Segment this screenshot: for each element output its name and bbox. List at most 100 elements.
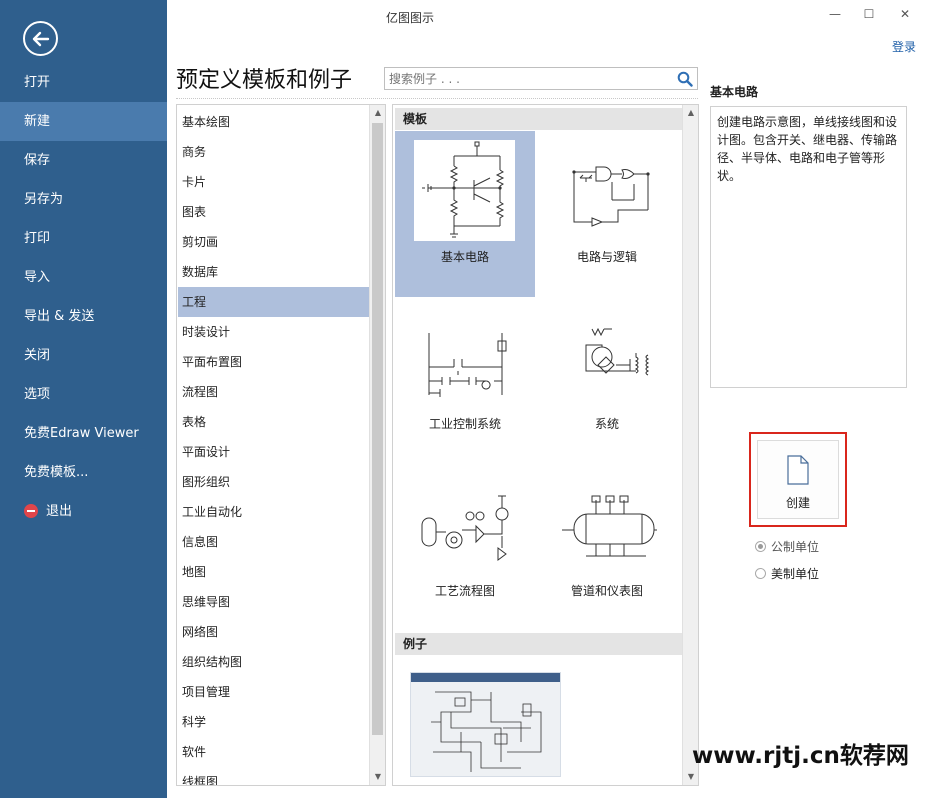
category-item-engineering[interactable]: 工程 <box>178 287 370 317</box>
template-tile-logic-circuit[interactable]: 电路与逻辑 <box>537 131 677 297</box>
process-flow-icon <box>414 474 515 575</box>
template-tile-system[interactable]: 系统 <box>537 298 677 464</box>
exit-icon <box>24 503 38 518</box>
sidebar-item-exit[interactable]: 退出 <box>0 492 167 531</box>
template-tile-basic-circuit[interactable]: 基本电路 <box>395 131 535 297</box>
category-scrollbar[interactable]: ▲ ▼ <box>369 105 385 785</box>
category-item-science[interactable]: 科学 <box>178 707 370 737</box>
sidebar-item-label: 关闭 <box>24 348 51 363</box>
us-units-label: 美制单位 <box>771 567 820 581</box>
radio-checked-icon <box>755 541 766 552</box>
category-item-software[interactable]: 软件 <box>178 737 370 767</box>
create-highlight: 创建 <box>749 432 847 527</box>
us-units-option[interactable]: 美制单位 <box>755 566 819 582</box>
sidebar-item-label: 保存 <box>24 153 51 168</box>
scroll-down-icon[interactable]: ▼ <box>370 769 385 785</box>
industrial-control-icon <box>414 307 515 408</box>
category-item-floor-plan[interactable]: 平面布置图 <box>178 347 370 377</box>
template-tile-label: 工业控制系统 <box>428 417 501 431</box>
sidebar-item-label: 选项 <box>24 387 51 402</box>
category-item-industrial-automation[interactable]: 工业自动化 <box>178 497 370 527</box>
system-icon <box>556 307 657 408</box>
examples-section-header: 例子 <box>395 633 682 655</box>
category-item-chart[interactable]: 图表 <box>178 197 370 227</box>
category-item-database[interactable]: 数据库 <box>178 257 370 287</box>
template-scrollbar[interactable]: ▲ ▼ <box>682 105 698 785</box>
sidebar-item-export-send[interactable]: 导出 & 发送 <box>0 297 167 336</box>
sidebar-item-label: 退出 <box>46 504 73 519</box>
sidebar-item-label: 打印 <box>24 231 51 246</box>
sidebar-item-save[interactable]: 保存 <box>0 141 167 180</box>
maximize-button[interactable]: ☐ <box>857 4 881 24</box>
scroll-thumb[interactable] <box>372 123 383 735</box>
sidebar-item-close[interactable]: 关闭 <box>0 336 167 375</box>
backstage-sidebar: 打开 新建 保存 另存为 打印 导入 导出 & 发送 关闭 选项 免费Edraw… <box>0 0 167 798</box>
example-circuit-preview <box>431 691 542 772</box>
scroll-down-icon[interactable]: ▼ <box>683 769 698 785</box>
create-label: 创建 <box>785 496 810 510</box>
category-item-map[interactable]: 地图 <box>178 557 370 587</box>
category-item-org-chart[interactable]: 组织结构图 <box>178 647 370 677</box>
category-item-network[interactable]: 网络图 <box>178 617 370 647</box>
site-watermark: www.rjtj.cn软荐网 <box>692 743 909 769</box>
category-list: 基本绘图 商务 卡片 图表 剪切画 数据库 工程 时装设计 平面布置图 流程图 … <box>176 104 386 786</box>
example-thumbnail[interactable] <box>410 672 561 777</box>
window-title: 亿图图示 <box>385 11 434 25</box>
new-document-icon <box>787 455 809 485</box>
sidebar-item-label: 免费模板... <box>24 465 89 480</box>
sidebar-item-open[interactable]: 打开 <box>0 63 167 102</box>
template-panel: 模板 基本电路 电路与逻辑 工业控制系统 系统 工艺流程图 管道和仪表图 例子 … <box>392 104 699 786</box>
template-tile-label: 管道和仪表图 <box>570 584 643 598</box>
back-button[interactable] <box>23 21 58 56</box>
template-tile-label: 基本电路 <box>440 250 489 264</box>
template-tile-piping-instrument[interactable]: 管道和仪表图 <box>537 465 677 631</box>
sidebar-item-free-templates[interactable]: 免费模板... <box>0 453 167 492</box>
category-item-mind-map[interactable]: 思维导图 <box>178 587 370 617</box>
back-arrow-icon <box>32 31 50 47</box>
sidebar-item-new[interactable]: 新建 <box>0 102 167 141</box>
template-tile-process-flow[interactable]: 工艺流程图 <box>395 465 535 631</box>
category-item-card[interactable]: 卡片 <box>178 167 370 197</box>
logic-circuit-icon <box>556 140 657 241</box>
sidebar-item-save-as[interactable]: 另存为 <box>0 180 167 219</box>
metric-units-option[interactable]: 公制单位 <box>755 539 819 555</box>
sidebar-item-free-viewer[interactable]: 免费Edraw Viewer <box>0 414 167 453</box>
close-button[interactable]: ✕ <box>893 4 917 24</box>
category-item-graphic-design[interactable]: 平面设计 <box>178 437 370 467</box>
template-tile-label: 工艺流程图 <box>434 584 495 598</box>
metric-units-label: 公制单位 <box>771 540 820 554</box>
category-item-flowchart[interactable]: 流程图 <box>178 377 370 407</box>
login-link[interactable]: 登录 <box>892 38 916 55</box>
category-item-wireframe[interactable]: 线框图 <box>178 767 370 785</box>
category-item-table[interactable]: 表格 <box>178 407 370 437</box>
minimize-button[interactable]: — <box>823 4 847 24</box>
category-item-project-management[interactable]: 项目管理 <box>178 677 370 707</box>
category-item-basic-drawing[interactable]: 基本绘图 <box>178 107 370 137</box>
example-thumbnail-header <box>411 673 560 682</box>
category-item-clipart[interactable]: 剪切画 <box>178 227 370 257</box>
category-item-infographic[interactable]: 信息图 <box>178 527 370 557</box>
search-input[interactable] <box>385 68 665 89</box>
sidebar-item-options[interactable]: 选项 <box>0 375 167 414</box>
detail-description: 创建电路示意图，单线接线图和设计图。包含开关、继电器、传输路径、半导体、电路和电… <box>710 106 907 388</box>
category-item-fashion[interactable]: 时装设计 <box>178 317 370 347</box>
scroll-up-icon[interactable]: ▲ <box>683 105 698 121</box>
sidebar-item-label: 免费Edraw Viewer <box>24 426 139 441</box>
sidebar-item-label: 导出 & 发送 <box>24 309 95 324</box>
basic-circuit-icon <box>414 140 515 241</box>
search-icon[interactable] <box>677 71 693 87</box>
search-box <box>384 67 698 90</box>
sidebar-item-label: 打开 <box>24 75 51 90</box>
scroll-up-icon[interactable]: ▲ <box>370 105 385 121</box>
sidebar-item-label: 另存为 <box>24 192 64 207</box>
templates-section-header: 模板 <box>395 108 682 130</box>
template-tile-label: 系统 <box>594 417 619 431</box>
header-divider <box>176 98 698 99</box>
template-tile-industrial-control[interactable]: 工业控制系统 <box>395 298 535 464</box>
page-title: 预定义模板和例子 <box>176 68 353 93</box>
category-item-graphic-organizer[interactable]: 图形组织 <box>178 467 370 497</box>
create-button[interactable]: 创建 <box>757 440 839 519</box>
sidebar-item-print[interactable]: 打印 <box>0 219 167 258</box>
sidebar-item-import[interactable]: 导入 <box>0 258 167 297</box>
category-item-business[interactable]: 商务 <box>178 137 370 167</box>
